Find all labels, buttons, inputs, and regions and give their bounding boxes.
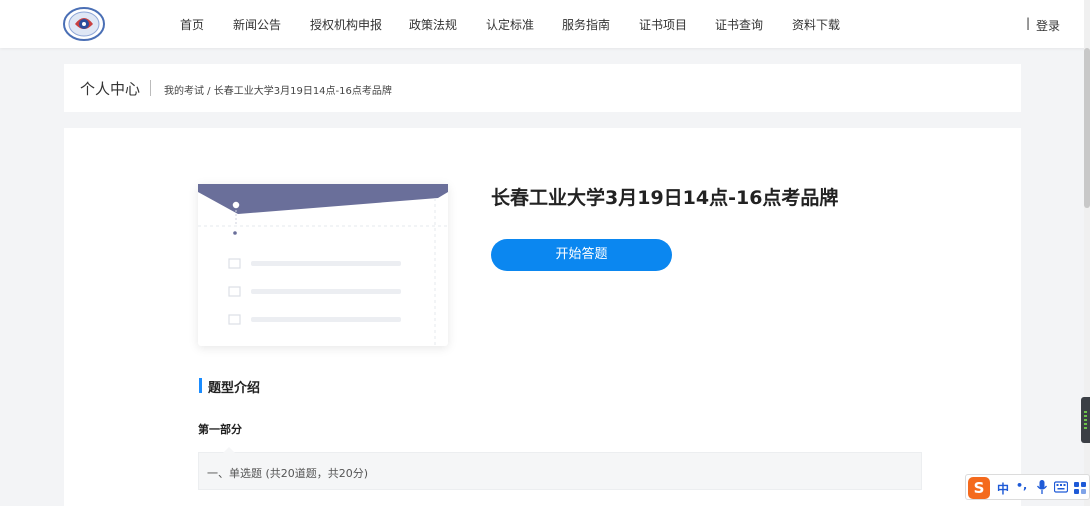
question-type-item: 一、单选题 (共20道题，共20分) xyxy=(198,447,922,490)
ime-punctuation-toggle[interactable]: •, xyxy=(1016,479,1027,492)
nav-item-home[interactable]: 首页 xyxy=(180,16,204,33)
nav-item-certificate-query[interactable]: 证书查询 xyxy=(715,16,763,33)
nav-item-authorized-institution[interactable]: 授权机构申报 xyxy=(310,16,382,33)
top-nav-bar: 首页 新闻公告 授权机构申报 政策法规 认定标准 服务指南 证书项目 证书查询 … xyxy=(0,0,1090,48)
breadcrumb-path[interactable]: 我的考试 / 长春工业大学3月19日14点-16点考品牌 xyxy=(164,82,392,97)
scrollbar-thumb[interactable] xyxy=(1084,48,1090,208)
exam-illustration xyxy=(198,184,448,346)
apps-grid-icon[interactable] xyxy=(1073,479,1087,495)
section-accent-bar xyxy=(199,378,202,393)
widget-indicator xyxy=(1084,423,1087,425)
site-logo-icon[interactable] xyxy=(63,6,105,42)
part-one-heading: 第一部分 xyxy=(198,423,242,436)
login-separator: | xyxy=(1026,16,1031,30)
question-types-heading: 题型介绍 xyxy=(208,381,261,396)
exam-detail-panel: 长春工业大学3月19日14点-16点考品牌 开始答题 题型介绍 第一部分 一、单… xyxy=(64,128,1021,506)
nav-item-certificate-projects[interactable]: 证书项目 xyxy=(639,16,687,33)
nav-item-standards[interactable]: 认定标准 xyxy=(486,16,534,33)
start-answer-button[interactable]: 开始答题 xyxy=(491,239,672,271)
side-floating-widget[interactable] xyxy=(1081,397,1090,443)
nav-item-news[interactable]: 新闻公告 xyxy=(233,16,281,33)
keyboard-icon[interactable] xyxy=(1054,479,1068,495)
breadcrumb-title: 个人中心 xyxy=(80,80,141,98)
callout-notch xyxy=(223,447,235,453)
nav-item-service-guide[interactable]: 服务指南 xyxy=(562,16,610,33)
question-type-text: 一、单选题 (共20道题，共20分) xyxy=(207,467,369,480)
login-link[interactable]: 登录 xyxy=(1036,17,1060,34)
nav-item-policy[interactable]: 政策法规 xyxy=(409,16,457,33)
widget-indicator xyxy=(1084,419,1087,421)
exam-title: 长春工业大学3月19日14点-16点考品牌 xyxy=(491,187,839,209)
sogou-logo-icon[interactable]: S xyxy=(968,477,990,499)
microphone-icon[interactable] xyxy=(1036,479,1048,495)
widget-indicator xyxy=(1084,411,1087,413)
ime-language-toggle[interactable]: 中 xyxy=(997,480,1009,497)
ime-toolbar: S 中 •, xyxy=(965,474,1090,500)
nav-item-downloads[interactable]: 资料下载 xyxy=(792,16,840,33)
widget-indicator xyxy=(1084,427,1087,429)
breadcrumb-divider xyxy=(150,80,151,96)
breadcrumb: 个人中心 我的考试 / 长春工业大学3月19日14点-16点考品牌 xyxy=(64,64,1021,112)
exam-paper-illustration-icon xyxy=(198,184,448,346)
widget-indicator xyxy=(1084,415,1087,417)
